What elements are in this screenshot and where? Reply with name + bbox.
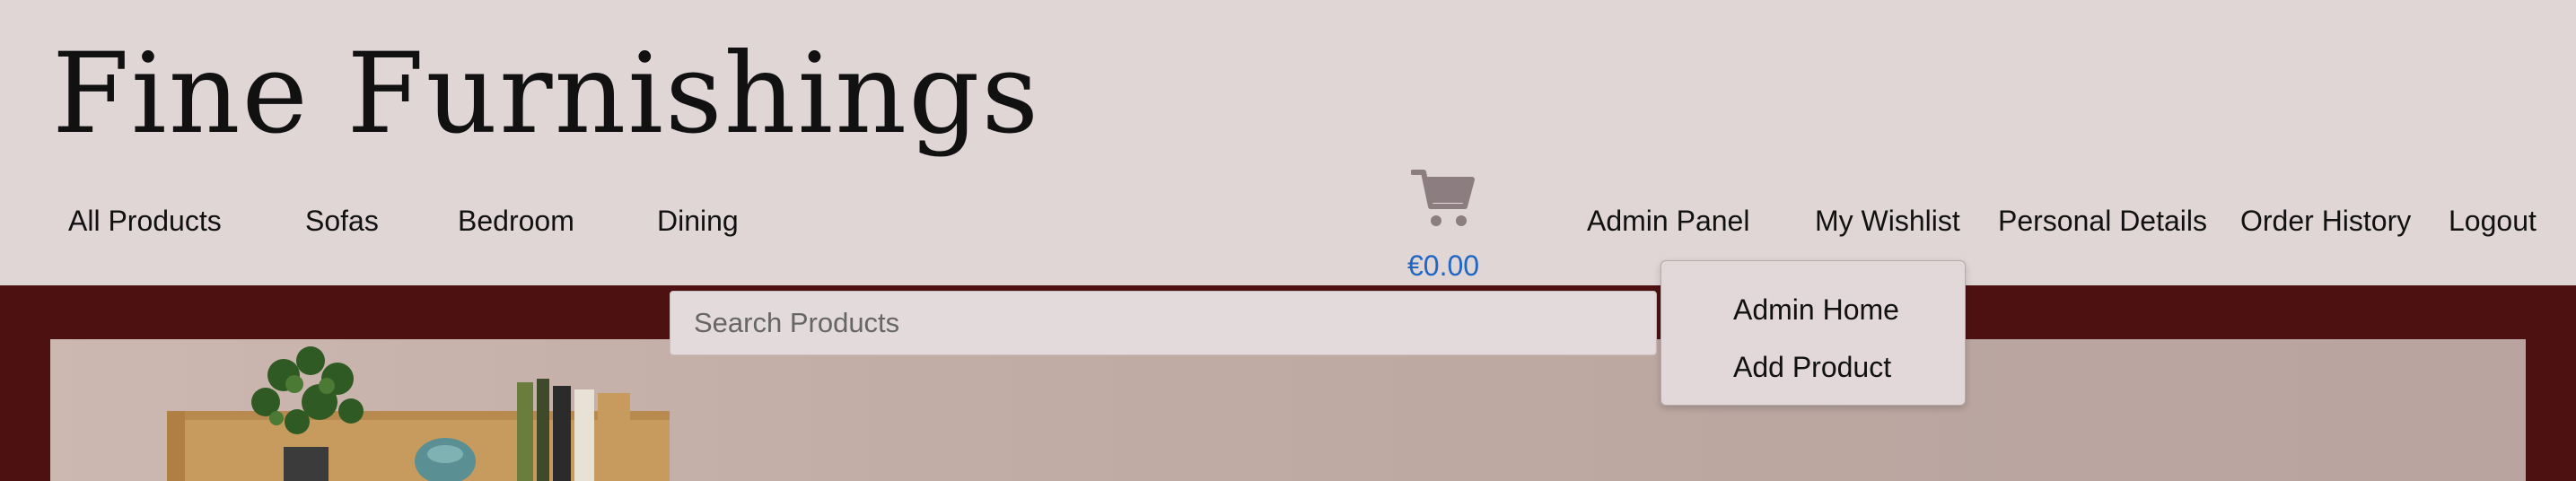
- nav-order-history[interactable]: Order History: [2240, 203, 2411, 239]
- nav-personal-details[interactable]: Personal Details: [1998, 203, 2207, 239]
- nav-dining[interactable]: Dining: [657, 203, 739, 239]
- nav-all-products[interactable]: All Products: [68, 203, 222, 239]
- nav-sofas[interactable]: Sofas: [305, 203, 379, 239]
- shopping-cart-icon[interactable]: [1411, 167, 1476, 232]
- dropdown-item-admin-home[interactable]: Admin Home: [1733, 292, 1899, 328]
- nav-bedroom[interactable]: Bedroom: [458, 203, 574, 239]
- hero-illustration: [167, 346, 670, 481]
- dropdown-item-add-product[interactable]: Add Product: [1733, 349, 1891, 385]
- nav-my-wishlist[interactable]: My Wishlist: [1815, 203, 1960, 239]
- nav-admin-panel[interactable]: Admin Panel: [1587, 203, 1749, 239]
- admin-dropdown-menu: Admin Home Add Product: [1660, 260, 1966, 406]
- search-input[interactable]: [670, 291, 1657, 355]
- brand-logo[interactable]: Fine Furnishings: [52, 27, 1040, 162]
- cart-total[interactable]: €0.00: [1407, 248, 1479, 284]
- nav-logout[interactable]: Logout: [2449, 203, 2537, 239]
- site-header: Fine Furnishings All Products Sofas Bedr…: [0, 0, 2576, 285]
- hero-image: [50, 339, 2526, 481]
